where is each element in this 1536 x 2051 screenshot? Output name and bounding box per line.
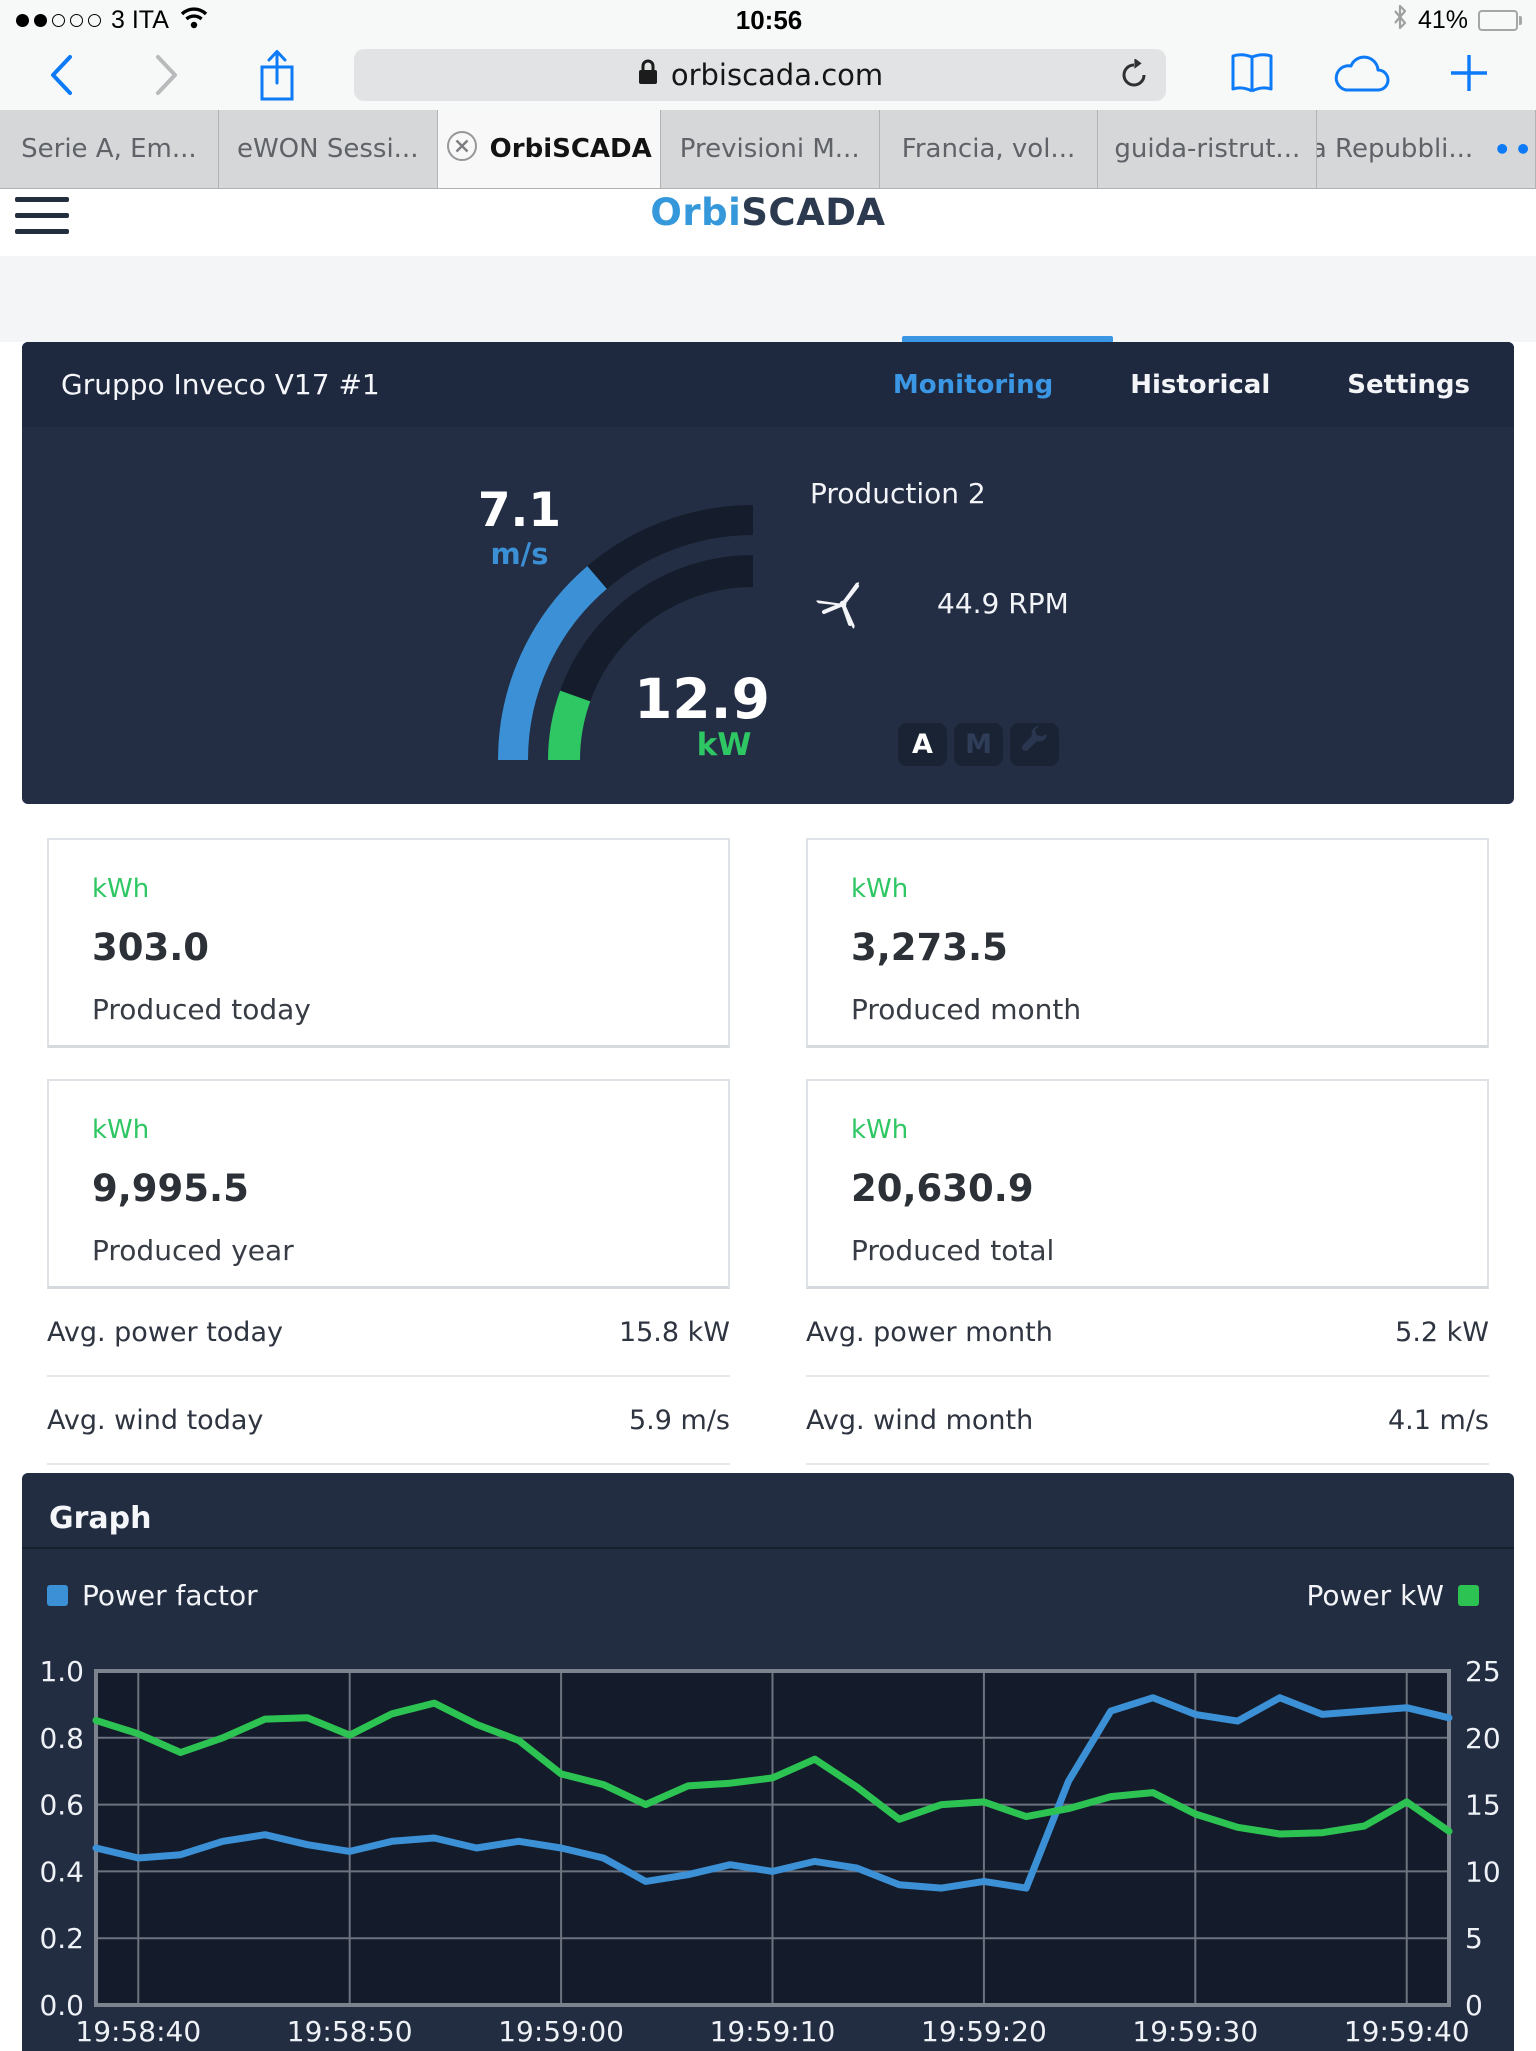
mode-manual-button[interactable]: M bbox=[954, 723, 1003, 766]
monitor-panel: Gruppo Inveco V17 #1 Monitoring Historic… bbox=[22, 342, 1514, 804]
production-label: Production 2 bbox=[810, 477, 986, 510]
svg-text:0.8: 0.8 bbox=[39, 1722, 84, 1755]
stat-avg-wind-month: Avg. wind month4.1 m/s bbox=[806, 1377, 1489, 1465]
bluetooth-icon bbox=[1392, 4, 1408, 37]
wind-turbine-icon bbox=[812, 573, 874, 639]
kpi-cards: kWh 303.0 Produced today kWh 3,273.5 Pro… bbox=[47, 838, 1489, 1289]
svg-text:5: 5 bbox=[1465, 1922, 1483, 1955]
browser-tab[interactable]: Serie A, Em... bbox=[0, 110, 219, 188]
legend-swatch-power-kw bbox=[1458, 1585, 1479, 1606]
signal-dots-icon bbox=[16, 14, 101, 27]
power-value: 12.9 bbox=[577, 667, 827, 731]
gauge-section: 7.1 m/s 12.9 kW Production 2 44. bbox=[22, 427, 1514, 804]
battery-icon bbox=[1478, 10, 1522, 31]
svg-text:19:59:00: 19:59:00 bbox=[498, 2015, 624, 2048]
cloud-icon[interactable] bbox=[1332, 52, 1392, 98]
mode-buttons: A M bbox=[898, 723, 1059, 766]
browser-toolbar: orbiscada.com bbox=[0, 40, 1536, 110]
card-produced-total: kWh 20,630.9 Produced total bbox=[806, 1079, 1489, 1289]
back-icon[interactable] bbox=[48, 53, 74, 97]
browser-tab[interactable]: eWON Sessi... bbox=[219, 110, 438, 188]
svg-text:1.0: 1.0 bbox=[39, 1655, 84, 1688]
address-bar[interactable]: orbiscada.com bbox=[354, 49, 1166, 101]
svg-text:20: 20 bbox=[1465, 1722, 1501, 1755]
tabs-book-icon[interactable] bbox=[1228, 51, 1276, 99]
carrier-label: 3 ITA bbox=[111, 6, 169, 35]
svg-text:10: 10 bbox=[1465, 1855, 1501, 1888]
svg-text:19:59:10: 19:59:10 bbox=[710, 2015, 836, 2048]
browser-tab[interactable]: La Repubbli... ••• bbox=[1317, 110, 1536, 188]
stat-avg-power-today: Avg. power today15.8 kW bbox=[47, 1289, 730, 1377]
svg-text:19:59:20: 19:59:20 bbox=[921, 2015, 1047, 2048]
svg-text:15: 15 bbox=[1465, 1789, 1501, 1822]
card-produced-month: kWh 3,273.5 Produced month bbox=[806, 838, 1489, 1048]
svg-text:0.2: 0.2 bbox=[39, 1922, 84, 1955]
site-header: OrbiSCADA bbox=[0, 189, 1536, 256]
share-icon[interactable] bbox=[256, 47, 298, 103]
reload-icon[interactable] bbox=[1118, 59, 1150, 98]
svg-text:0.6: 0.6 bbox=[39, 1789, 84, 1822]
stat-avg-wind-today: Avg. wind today5.9 m/s bbox=[47, 1377, 730, 1465]
forward-icon[interactable] bbox=[154, 53, 180, 97]
site-logo: OrbiSCADA bbox=[0, 191, 1536, 234]
card-produced-year: kWh 9,995.5 Produced year bbox=[47, 1079, 730, 1289]
browser-tab[interactable]: guida-ristrut... bbox=[1098, 110, 1317, 188]
legend-label-power-kw: Power kW bbox=[1307, 1579, 1444, 1612]
mode-auto-button[interactable]: A bbox=[898, 723, 947, 766]
browser-tab-active[interactable]: OrbiSCADA bbox=[438, 110, 661, 188]
graph-title: Graph bbox=[22, 1473, 1514, 1547]
mode-service-button[interactable] bbox=[1010, 723, 1059, 766]
svg-text:19:58:40: 19:58:40 bbox=[75, 2015, 201, 2048]
line-chart: 0.00.20.40.60.81.0051015202519:58:4019:5… bbox=[22, 1632, 1514, 2050]
monitor-panel-header: Gruppo Inveco V17 #1 Monitoring Historic… bbox=[22, 342, 1514, 427]
page-background-band bbox=[0, 256, 1536, 342]
legend-label-power-factor: Power factor bbox=[82, 1579, 258, 1612]
legend-swatch-power-factor bbox=[47, 1585, 68, 1606]
url-text: orbiscada.com bbox=[671, 58, 883, 92]
browser-tab-bar: Serie A, Em... eWON Sessi... OrbiSCADA P… bbox=[0, 110, 1536, 189]
graph-panel: Graph Power factor Power kW 0.00.20.40.6… bbox=[22, 1473, 1514, 2051]
tab-historical[interactable]: Historical bbox=[1130, 370, 1270, 400]
svg-text:19:59:30: 19:59:30 bbox=[1132, 2015, 1258, 2048]
wind-speed-unit: m/s bbox=[442, 537, 597, 571]
new-tab-icon[interactable] bbox=[1448, 52, 1490, 98]
browser-tab[interactable]: Francia, vol... bbox=[880, 110, 1099, 188]
tab-overflow-dots[interactable]: ••• bbox=[1493, 133, 1536, 166]
lock-icon bbox=[637, 58, 659, 93]
stat-avg-power-month: Avg. power month5.2 kW bbox=[806, 1289, 1489, 1377]
ios-status-bar: 3 ITA 10:56 41% bbox=[0, 0, 1536, 40]
svg-text:19:59:40: 19:59:40 bbox=[1344, 2015, 1470, 2048]
chart-legend: Power factor Power kW bbox=[47, 1579, 1479, 1612]
svg-text:19:58:50: 19:58:50 bbox=[287, 2015, 413, 2048]
tab-settings[interactable]: Settings bbox=[1347, 370, 1470, 400]
device-title: Gruppo Inveco V17 #1 bbox=[61, 368, 380, 401]
svg-text:0.4: 0.4 bbox=[39, 1855, 84, 1888]
svg-text:25: 25 bbox=[1465, 1655, 1501, 1688]
card-produced-today: kWh 303.0 Produced today bbox=[47, 838, 730, 1048]
tab-monitoring[interactable]: Monitoring bbox=[893, 370, 1053, 400]
rpm-value: 44.9 RPM bbox=[937, 587, 1069, 620]
battery-percent: 41% bbox=[1418, 6, 1468, 35]
clock: 10:56 bbox=[436, 5, 1102, 36]
power-unit: kW bbox=[599, 727, 849, 763]
divider bbox=[22, 1547, 1514, 1549]
wind-speed-value: 7.1 bbox=[442, 483, 597, 538]
wrench-icon bbox=[1020, 726, 1050, 763]
close-tab-icon[interactable] bbox=[446, 130, 478, 169]
browser-tab[interactable]: Previsioni M... bbox=[661, 110, 880, 188]
wifi-icon bbox=[179, 5, 209, 36]
averages: Avg. power today15.8 kW Avg. power month… bbox=[47, 1289, 1489, 1465]
